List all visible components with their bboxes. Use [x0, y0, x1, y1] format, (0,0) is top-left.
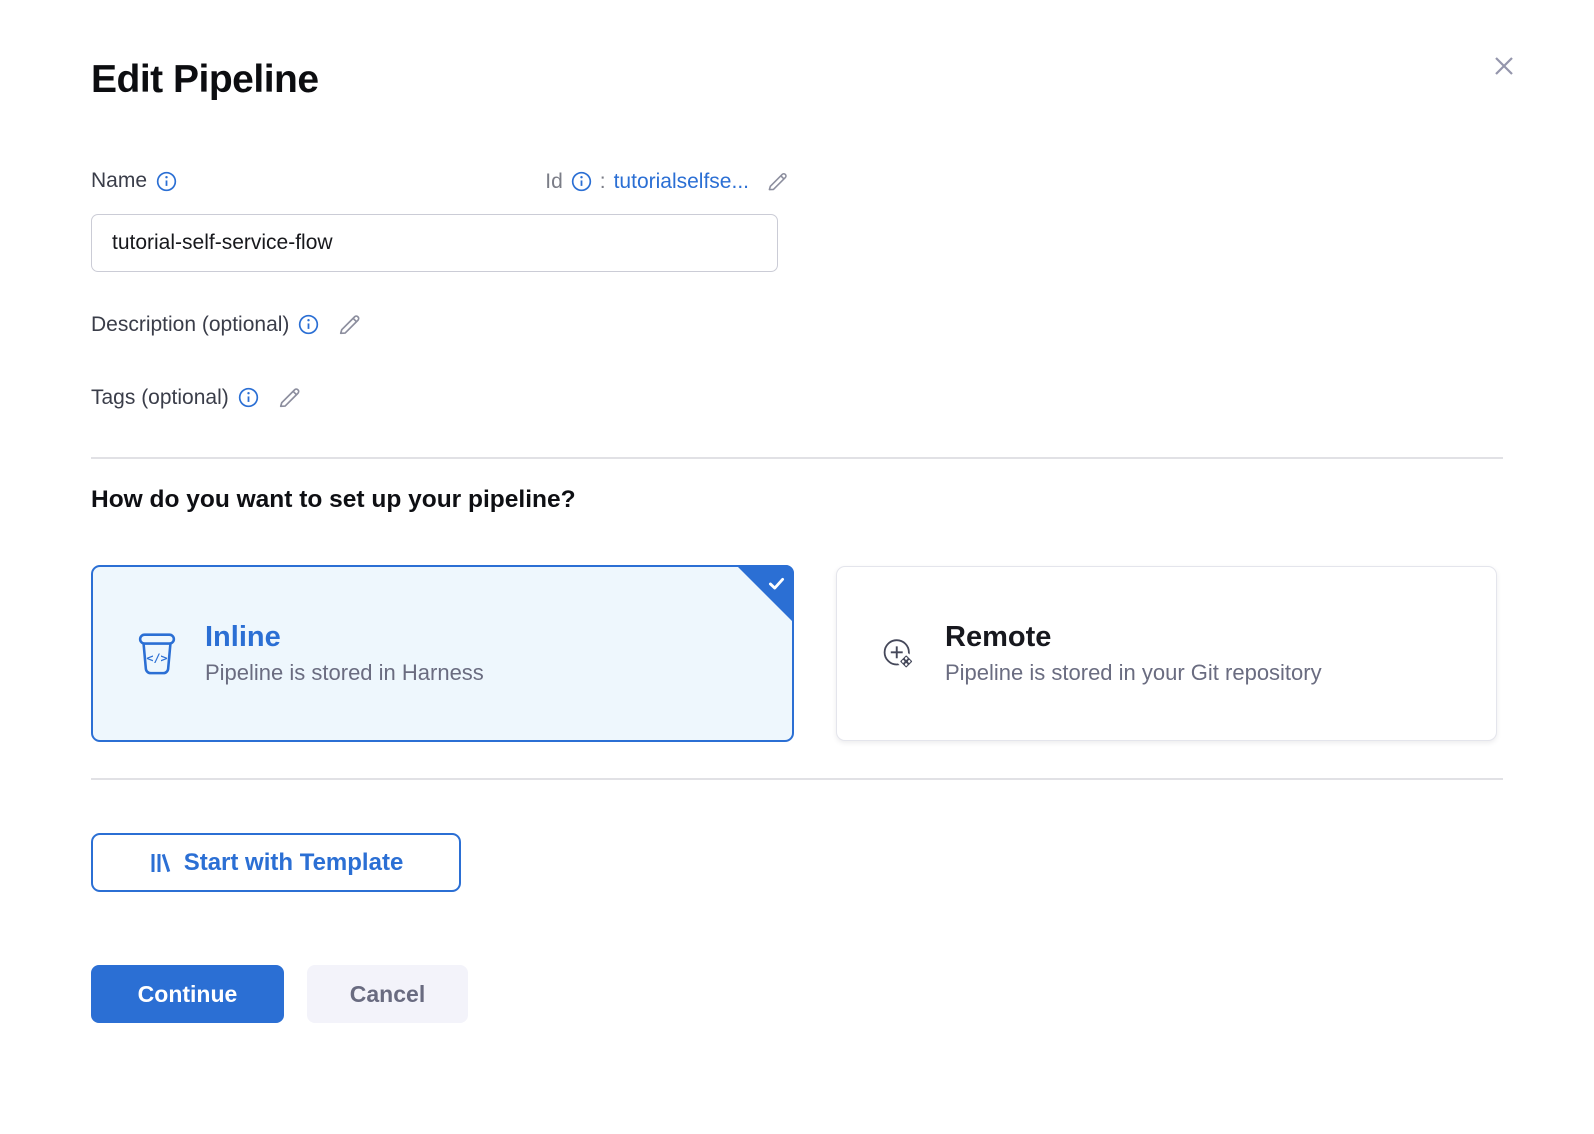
tags-label: Tags (optional): [91, 386, 229, 410]
template-library-icon: [149, 851, 171, 875]
remote-option-title: Remote: [945, 621, 1322, 654]
svg-text:</>: </>: [146, 650, 167, 664]
inline-option-subtitle: Pipeline is stored in Harness: [205, 660, 484, 686]
store-option-inline-card[interactable]: </> Inline Pipeline is stored in Harness: [91, 565, 794, 742]
inline-option-title: Inline: [205, 621, 484, 654]
info-icon[interactable]: [156, 171, 177, 192]
pipeline-name-input[interactable]: [91, 214, 778, 272]
info-icon[interactable]: [238, 387, 259, 408]
divider: [91, 778, 1503, 780]
id-label: Id: [545, 170, 563, 194]
name-label-row: Name: [91, 169, 177, 193]
description-label: Description (optional): [91, 313, 289, 337]
remote-git-repo-icon: [881, 636, 917, 672]
start-with-template-button[interactable]: Start with Template: [91, 833, 461, 892]
inline-pipeline-bucket-icon: </>: [137, 631, 177, 677]
edit-pencil-icon[interactable]: [276, 384, 303, 411]
edit-pencil-icon[interactable]: [765, 169, 790, 194]
setup-question-heading: How do you want to set up your pipeline?: [91, 486, 576, 514]
page-title: Edit Pipeline: [91, 58, 319, 102]
info-icon[interactable]: [571, 171, 592, 192]
id-row: Id : tutorialselfse...: [462, 169, 790, 194]
tags-row: Tags (optional): [91, 384, 303, 411]
close-button[interactable]: [1486, 48, 1522, 84]
info-icon[interactable]: [298, 314, 319, 335]
id-value-link[interactable]: tutorialselfse...: [614, 170, 749, 194]
cancel-button[interactable]: Cancel: [307, 965, 468, 1023]
remote-option-subtitle: Pipeline is stored in your Git repositor…: [945, 660, 1322, 686]
continue-button[interactable]: Continue: [91, 965, 284, 1023]
start-with-template-label: Start with Template: [184, 849, 404, 877]
close-icon: [1490, 52, 1518, 80]
name-label: Name: [91, 169, 147, 193]
selected-corner-badge: [736, 565, 794, 623]
edit-pencil-icon[interactable]: [336, 311, 363, 338]
id-separator: :: [600, 170, 606, 194]
store-option-remote-card[interactable]: Remote Pipeline is stored in your Git re…: [836, 566, 1497, 741]
divider: [91, 457, 1503, 459]
edit-pipeline-dialog: Edit Pipeline Name Id : tutorialselfse..…: [0, 0, 1594, 1134]
description-row: Description (optional): [91, 311, 363, 338]
